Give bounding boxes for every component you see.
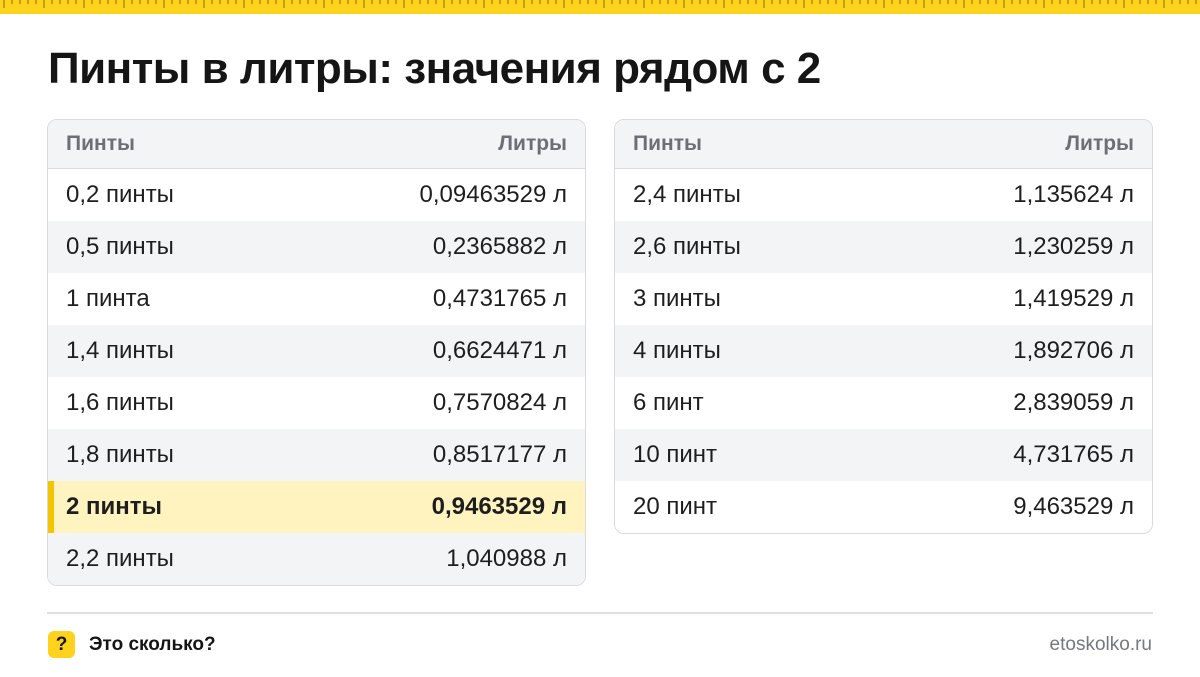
table-header: Пинты Литры — [615, 120, 1152, 169]
header-pints: Пинты — [66, 132, 135, 155]
header-liters: Литры — [498, 132, 567, 155]
header-pints: Пинты — [633, 132, 702, 155]
table-body: 2,4 пинты 1,135624 л 2,6 пинты 1,230259 л 3 … — [615, 169, 1152, 533]
page-title: Пинты в литры: значения рядом с 2 — [48, 44, 821, 93]
liters-cell: 9,463529 л — [1013, 493, 1134, 520]
liters-cell: 1,892706 л — [1013, 337, 1134, 364]
pints-cell: 3 пинты — [633, 285, 721, 312]
pints-cell: 1,8 пинты — [66, 441, 174, 468]
liters-cell: 1,040988 л — [446, 545, 567, 572]
ruler-ticks — [3, 0, 1197, 8]
liters-cell: 0,4731765 л — [432, 285, 567, 312]
pints-cell: 2 пинты — [66, 493, 163, 520]
table-row: 6 пинт 2,839059 л — [615, 377, 1152, 429]
table-row: 0,5 пинты 0,2365882 л — [48, 221, 585, 273]
liters-cell: 4,731765 л — [1013, 441, 1134, 468]
liters-cell: 1,135624 л — [1013, 181, 1134, 208]
conversion-table-right: Пинты Литры 2,4 пинты 1,135624 л 2,6 пинты… — [614, 119, 1153, 534]
table-row-highlighted: 2 пинты 0,9463529 л — [48, 481, 585, 533]
conversion-table-left: Пинты Литры 0,2 пинты 0,09463529 л 0,5 пин… — [47, 119, 586, 586]
page: Пинты в литры: значения рядом с 2 Пинты … — [0, 0, 1200, 677]
table-row: 2,4 пинты 1,135624 л — [615, 169, 1152, 221]
table-row: 2,2 пинты 1,040988 л — [48, 533, 585, 585]
liters-cell: 0,9463529 л — [431, 493, 567, 520]
pints-cell: 2,2 пинты — [66, 545, 174, 572]
table-row: 10 пинт 4,731765 л — [615, 429, 1152, 481]
table-header: Пинты Литры — [48, 120, 585, 169]
liters-cell: 2,839059 л — [1013, 389, 1134, 416]
table-row: 3 пинты 1,419529 л — [615, 273, 1152, 325]
table-row: 20 пинт 9,463529 л — [615, 481, 1152, 533]
pints-cell: 2,6 пинты — [633, 233, 741, 260]
liters-cell: 0,8517177 л — [432, 441, 567, 468]
table-body: 0,2 пинты 0,09463529 л 0,5 пинты 0,2365882 … — [48, 169, 585, 585]
liters-cell: 1,419529 л — [1013, 285, 1134, 312]
header-liters: Литры — [1065, 132, 1134, 155]
pints-cell: 2,4 пинты — [633, 181, 741, 208]
site-url[interactable]: etoskolko.ru — [1050, 634, 1152, 656]
liters-cell: 0,09463529 л — [419, 181, 567, 208]
pints-cell: 1,6 пинты — [66, 389, 174, 416]
table-row: 4 пинты 1,892706 л — [615, 325, 1152, 377]
table-row: 2,6 пинты 1,230259 л — [615, 221, 1152, 273]
liters-cell: 1,230259 л — [1013, 233, 1134, 260]
liters-cell: 0,6624471 л — [432, 337, 567, 364]
table-row: 1,8 пинты 0,8517177 л — [48, 429, 585, 481]
pints-cell: 1,4 пинты — [66, 337, 174, 364]
table-row: 1,4 пинты 0,6624471 л — [48, 325, 585, 377]
pints-cell: 6 пинт — [633, 389, 704, 416]
ruler-strip — [0, 0, 1200, 14]
question-mark-icon: ? — [48, 631, 75, 658]
pints-cell: 0,5 пинты — [66, 233, 174, 260]
pints-cell: 0,2 пинты — [66, 181, 174, 208]
liters-cell: 0,2365882 л — [432, 233, 567, 260]
footer-divider — [47, 612, 1153, 614]
pints-cell: 20 пинт — [633, 493, 718, 520]
table-row: 0,2 пинты 0,09463529 л — [48, 169, 585, 221]
table-row: 1 пинта 0,4731765 л — [48, 273, 585, 325]
brand-name: Это сколько? — [89, 633, 216, 655]
pints-cell: 4 пинты — [633, 337, 721, 364]
pints-cell: 1 пинта — [66, 285, 150, 312]
pints-cell: 10 пинт — [633, 441, 718, 468]
liters-cell: 0,7570824 л — [432, 389, 567, 416]
table-row: 1,6 пинты 0,7570824 л — [48, 377, 585, 429]
brand-logo[interactable]: ? Это сколько? — [48, 631, 216, 658]
